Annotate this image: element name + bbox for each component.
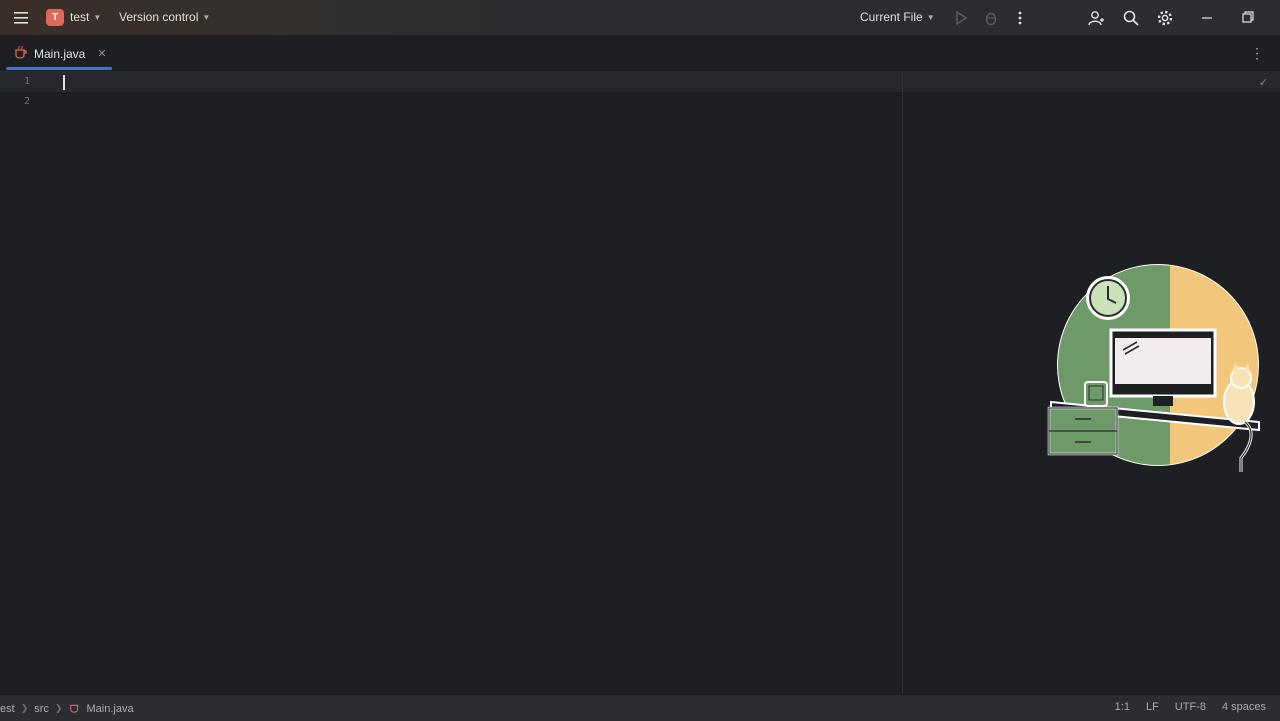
tab-label: Main.java <box>34 46 86 61</box>
run-config-label: Current File <box>860 10 923 24</box>
line-number: 1 <box>24 76 31 87</box>
indent-setting[interactable]: 4 spaces <box>1222 701 1266 713</box>
right-margin-guide <box>902 72 903 693</box>
breadcrumb: test ❯ src ❯ Main.java <box>0 701 134 716</box>
java-file-icon <box>14 45 28 62</box>
vcs-label: Version control <box>119 10 199 24</box>
text-caret <box>63 75 65 90</box>
hamburger-icon[interactable] <box>10 8 32 28</box>
empty-editor-illustration <box>1045 262 1267 480</box>
close-icon[interactable]: ✕ <box>97 47 106 60</box>
minimize-icon[interactable] <box>1198 9 1216 27</box>
settings-icon[interactable] <box>1156 9 1174 27</box>
line-number: 2 <box>24 96 31 107</box>
more-vert-icon[interactable] <box>1011 9 1029 27</box>
chevron-down-icon: ▼ <box>202 12 211 22</box>
current-line-highlight <box>0 72 1280 92</box>
debug-icon[interactable] <box>982 9 1000 27</box>
run-configuration-selector[interactable]: Current File ▼ <box>860 10 935 24</box>
breadcrumb-item[interactable]: test <box>0 703 15 715</box>
chevron-down-icon: ▼ <box>926 12 935 22</box>
project-badge[interactable]: T <box>46 9 64 26</box>
active-tab-indicator <box>6 67 112 70</box>
project-selector[interactable]: test ▼ <box>70 10 101 24</box>
file-encoding[interactable]: UTF-8 <box>1175 701 1206 713</box>
project-name: test <box>70 10 90 24</box>
line-separator[interactable]: LF <box>1146 701 1159 713</box>
status-bar: test ❯ src ❯ Main.java 1:1 LF UTF-8 4 sp… <box>0 694 1280 721</box>
chevron-right-icon: ❯ <box>20 703 29 713</box>
caret-position[interactable]: 1:1 <box>1115 701 1130 713</box>
run-icon[interactable] <box>952 9 970 27</box>
add-user-icon[interactable] <box>1087 9 1105 27</box>
title-bar: T test ▼ Version control ▼ Current File … <box>0 0 1280 35</box>
version-control-menu[interactable]: Version control ▼ <box>119 10 210 24</box>
search-icon[interactable] <box>1122 9 1140 27</box>
line-gutter: 1 2 <box>0 72 44 693</box>
more-vert-icon[interactable]: ⋮ <box>1250 45 1264 62</box>
checkmark-icon[interactable]: ✓ <box>1259 76 1268 89</box>
java-file-icon <box>69 701 81 716</box>
restore-icon[interactable] <box>1238 9 1256 27</box>
breadcrumb-item[interactable]: src <box>34 703 49 715</box>
breadcrumb-item[interactable]: Main.java <box>87 703 134 715</box>
chevron-down-icon: ▼ <box>93 12 102 22</box>
chevron-right-icon: ❯ <box>54 703 63 713</box>
tab-main-java[interactable]: Main.java ✕ <box>14 45 107 62</box>
editor-tab-bar: Main.java ✕ ⋮ <box>0 35 1280 72</box>
